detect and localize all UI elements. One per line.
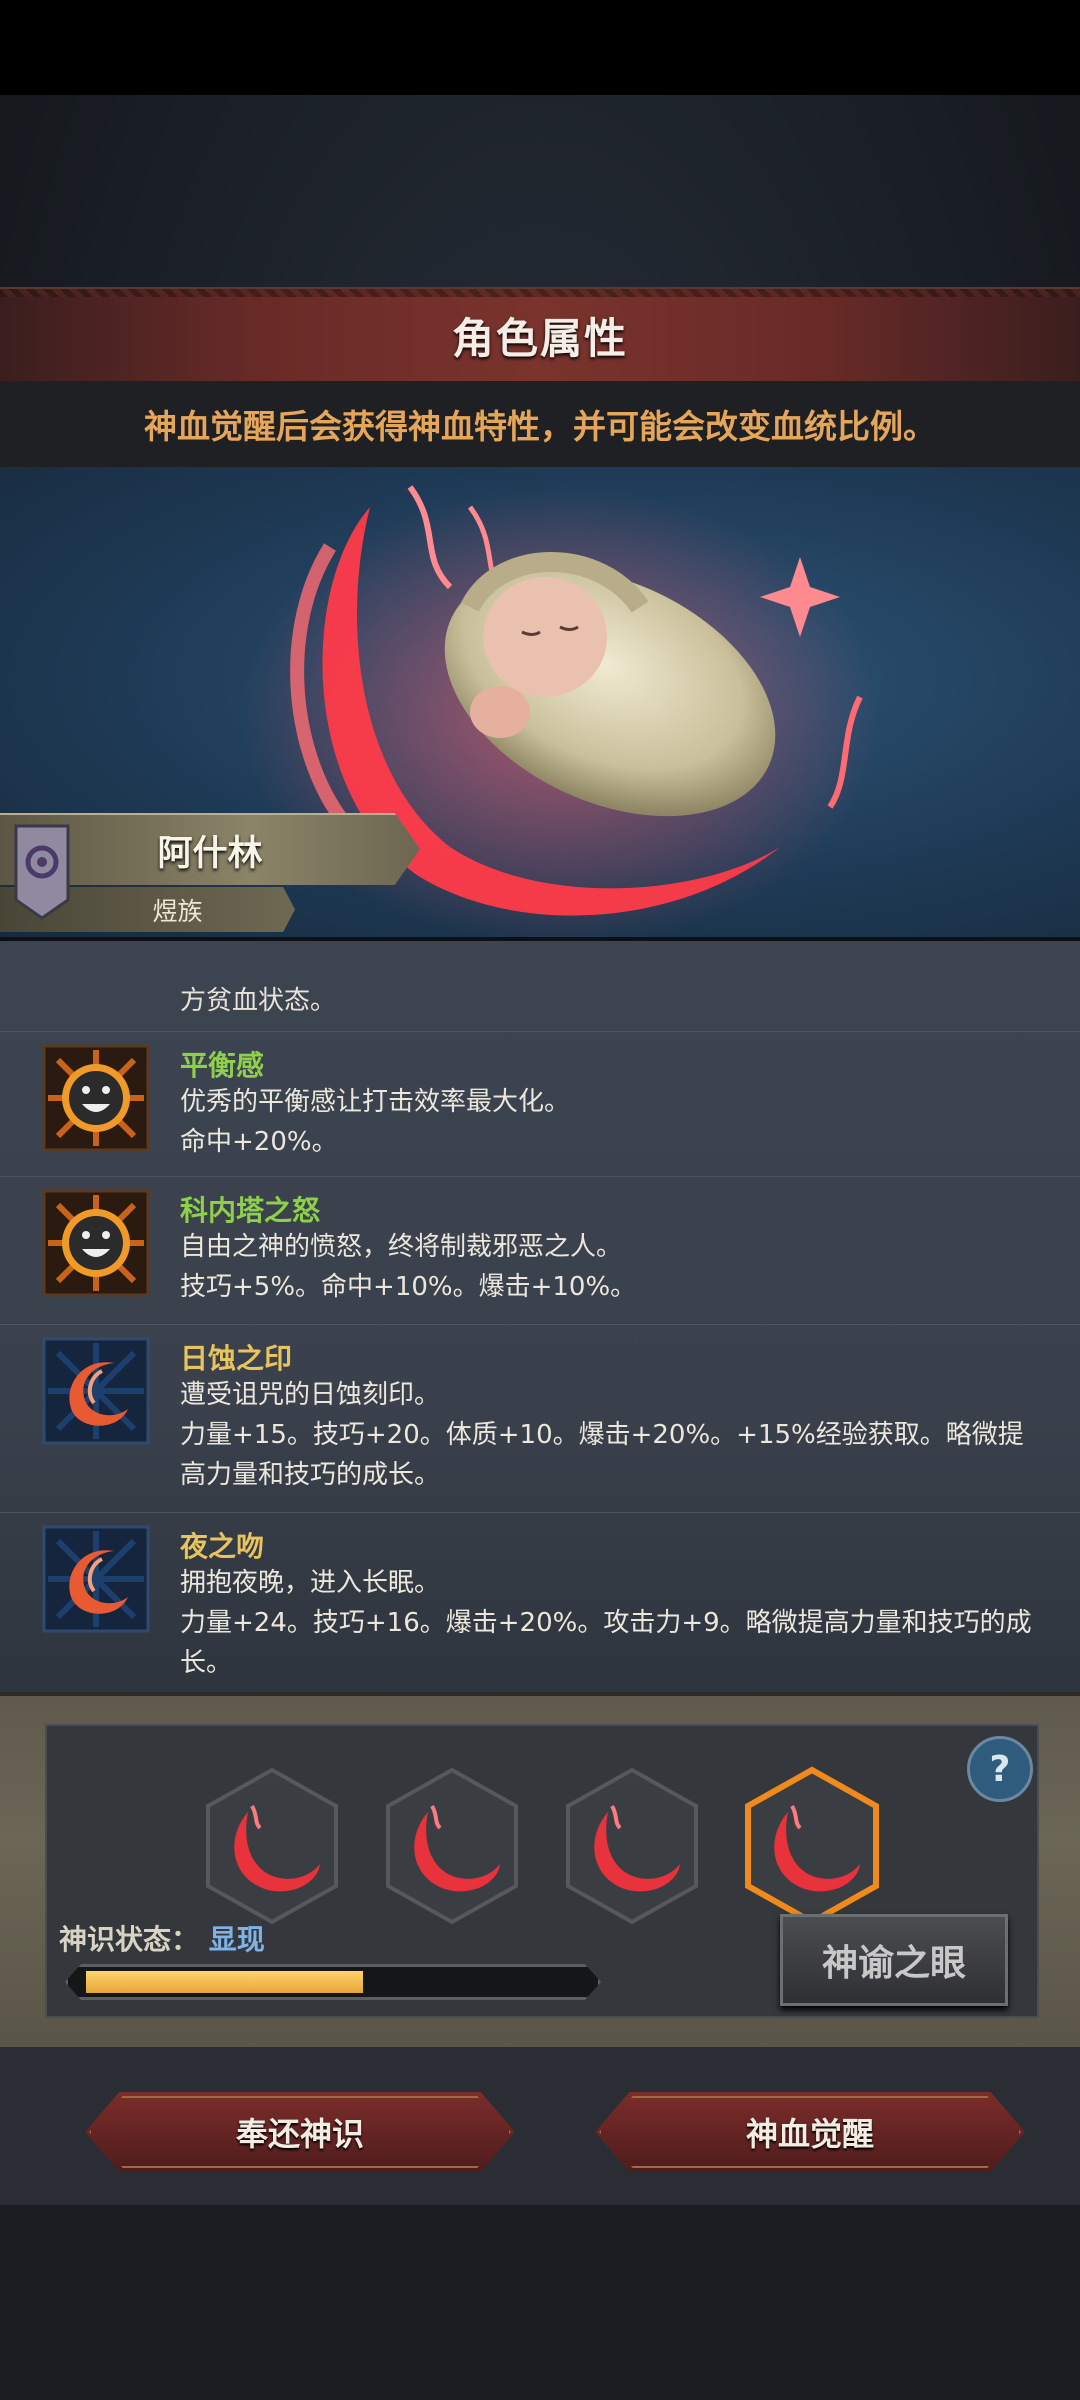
trait-desc-stats: 技巧+5%。命中+10%。爆击+10%。 (180, 1272, 637, 1302)
hint-bar: 神血觉醒后会获得神血特性，并可能会改变血统比例。 (0, 381, 1080, 467)
trait-desc-line: 拥抱夜晚，进入长眠。 (180, 1568, 441, 1598)
trait-desc-stats: 力量+15。技巧+20。体质+10。爆击+20%。+15%经验获取。略微提高力量… (180, 1420, 1024, 1490)
trait-description: 拥抱夜晚，进入长眠。 力量+24。技巧+16。爆击+20%。攻击力+9。略微提高… (180, 1563, 1040, 1683)
state-value: 显现 (208, 1923, 265, 1956)
blood-crescent-icon-selected[interactable] (742, 1766, 882, 1926)
trait-list[interactable]: 方贫血状态。 平衡感 优秀的平衡感让打击效率最大化。 命中+20%。 科内塔之怒… (0, 937, 1080, 1696)
page-title: 角色属性 (451, 313, 628, 363)
divine-sense-inner: ? 神识状态： 显现 神谕之眼 (45, 1724, 1039, 2018)
divine-sense-panel: ? 神识状态： 显现 神谕之眼 (0, 1692, 1080, 2051)
trait-description: 自由之神的愤怒，终将制裁邪恶之人。 技巧+5%。命中+10%。爆击+10%。 (180, 1227, 1040, 1307)
trait-desc-stats: 力量+24。技巧+16。爆击+20%。攻击力+9。略微提高力量和技巧的成长。 (180, 1608, 1032, 1678)
blood-crescent-icon[interactable] (382, 1766, 522, 1926)
trait-desc-line: 遭受诅咒的日蚀刻印。 (180, 1380, 441, 1410)
crescent-moon-icon (42, 1525, 150, 1633)
divine-blood-awaken-button[interactable]: 神血觉醒 (595, 2092, 1025, 2172)
return-divine-sense-button[interactable]: 奉还神识 (85, 2092, 515, 2172)
title-decoration (0, 289, 1080, 297)
hint-text: 神血觉醒后会获得神血特性，并可能会改变血统比例。 (144, 407, 936, 446)
oracle-eye-button[interactable]: 神谕之眼 (780, 1914, 1008, 2006)
trait-description: 遭受诅咒的日蚀刻印。 力量+15。技巧+20。体质+10。爆击+20%。+15%… (180, 1375, 1040, 1495)
trait-description: 优秀的平衡感让打击效率最大化。 命中+20%。 (180, 1082, 1040, 1162)
smiley-face-icon (42, 1189, 150, 1297)
title-bar: 角色属性 (0, 287, 1080, 381)
shield-emblem-icon (14, 824, 70, 920)
trait-desc-line: 自由之神的愤怒，终将制裁邪恶之人。 (180, 1232, 623, 1262)
trait-name: 日蚀之印 (180, 1342, 293, 1375)
blood-crescent-icon[interactable] (202, 1766, 342, 1926)
blood-crescent-icon[interactable] (562, 1766, 702, 1926)
trait-item[interactable]: 日蚀之印 遭受诅咒的日蚀刻印。 力量+15。技巧+20。体质+10。爆击+20%… (0, 1324, 1080, 1513)
character-race: 煜族 (152, 896, 203, 926)
status-bar (0, 0, 1080, 95)
help-icon[interactable]: ? (967, 1736, 1033, 1802)
progress-fill (86, 1971, 363, 1993)
bottom-background (0, 2205, 1080, 2400)
trait-desc-cutoff: 方贫血状态。 (180, 986, 337, 1016)
trait-item[interactable]: 夜之吻 拥抱夜晚，进入长眠。 力量+24。技巧+16。爆击+20%。攻击力+9。… (0, 1512, 1080, 1696)
crescent-moon-icon (42, 1337, 150, 1445)
divine-sense-state: 神识状态： 显现 (59, 1918, 265, 1958)
trait-item[interactable]: 科内塔之怒 自由之神的愤怒，终将制裁邪恶之人。 技巧+5%。命中+10%。爆击+… (0, 1176, 1080, 1325)
trait-name: 平衡感 (180, 1049, 265, 1082)
character-name: 阿什林 (157, 833, 263, 874)
trait-item[interactable]: 平衡感 优秀的平衡感让打击效率最大化。 命中+20%。 (0, 1031, 1080, 1177)
divine-sense-progress (65, 1964, 601, 2000)
trait-desc-line: 优秀的平衡感让打击效率最大化。 (180, 1087, 571, 1117)
trait-name: 夜之吻 (180, 1530, 265, 1563)
state-label: 神识状态： (59, 1923, 200, 1956)
trait-desc-stats: 命中+20%。 (180, 1127, 338, 1157)
trait-name: 科内塔之怒 (180, 1194, 321, 1227)
smiley-face-icon (42, 1044, 150, 1152)
